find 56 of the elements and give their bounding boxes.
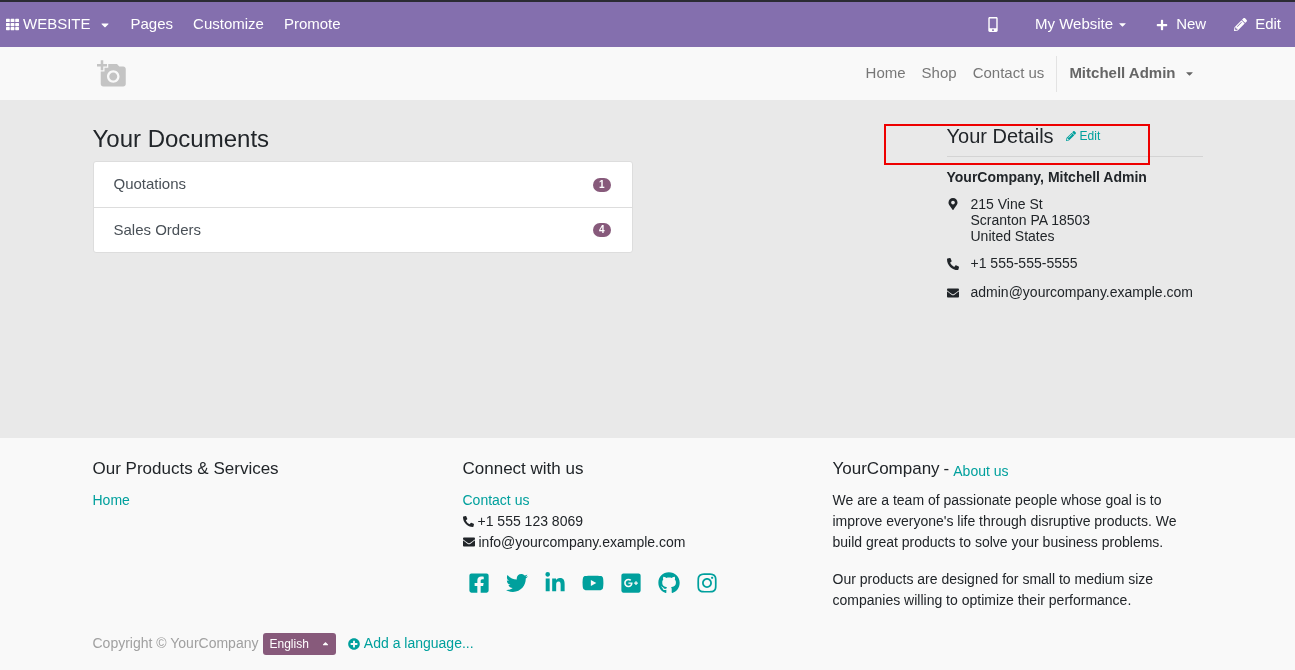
user-menu[interactable]: Mitchell Admin (1061, 62, 1203, 85)
envelope-icon (946, 286, 959, 299)
nav-link[interactable]: Shop (913, 62, 965, 85)
caret-icon (320, 639, 330, 648)
address-line: Scranton PA 18503 (970, 212, 1091, 228)
edit-button[interactable]: Edit (1234, 13, 1281, 36)
camera-logo-icon (94, 58, 129, 89)
pencil-icon (1065, 131, 1076, 141)
phone-number: +1 555 123 8069 (477, 511, 583, 531)
pencil-icon (1234, 18, 1248, 31)
phone-number: +1 555-555-5555 (970, 254, 1078, 273)
address-line: 215 Vine St (970, 196, 1044, 212)
map-pin-icon (946, 198, 959, 210)
top-menu-item[interactable]: Promote (283, 13, 341, 36)
customer-name: YourCompany, Mitchell Admin (946, 168, 1148, 187)
linkedin-icon[interactable] (543, 571, 566, 594)
language-selector[interactable]: English (263, 632, 336, 655)
plus-icon (1156, 18, 1169, 31)
phone-icon (946, 257, 959, 270)
footer-heading: Connect with us (462, 458, 585, 480)
footer-link[interactable]: Home (92, 489, 463, 511)
top-menu-item[interactable]: Pages (130, 13, 174, 36)
new-button[interactable]: New (1156, 13, 1207, 36)
website-menu[interactable]: WEBSITE (6, 13, 111, 36)
email-address: admin@yourcompany.example.com (970, 283, 1193, 302)
document-row[interactable]: Quotations 1 (93, 162, 632, 207)
add-language-link[interactable]: Add a language... (347, 633, 474, 654)
facebook-icon[interactable] (467, 571, 490, 594)
count-badge: 4 (592, 223, 611, 237)
copyright-text: Copyright © YourCompany (92, 634, 259, 653)
about-paragraph: We are a team of passionate people whose goal is to improve everyone's life through disruptive products. We build great products to solve your business problems. (832, 490, 1178, 552)
envelope-icon (462, 536, 475, 548)
google-plus-icon[interactable] (619, 571, 642, 594)
details-title: Your Details (946, 124, 1054, 148)
email-address: info@yourcompany.example.com (478, 532, 686, 552)
top-menu-item[interactable]: Customize (193, 13, 264, 36)
grid-icon (6, 18, 19, 31)
nav-link[interactable]: Contact us (964, 62, 1053, 85)
twitter-icon[interactable] (505, 571, 528, 594)
documents-title: Your Documents (92, 124, 271, 153)
document-row[interactable]: Sales Orders 4 (93, 207, 632, 252)
company-name: YourCompany (832, 458, 940, 480)
about-link[interactable]: About us (953, 460, 1009, 482)
footer-heading: Our Products & Services (92, 458, 280, 480)
github-icon[interactable] (657, 571, 680, 594)
address-line: United States (970, 228, 1056, 244)
instagram-icon[interactable] (695, 571, 718, 594)
contact-link[interactable]: Contact us (462, 489, 833, 511)
edit-link[interactable]: Edit (1065, 127, 1101, 145)
nav-link[interactable]: Home (857, 62, 914, 85)
site-menu[interactable]: My Website (1035, 13, 1129, 36)
separator: - (943, 458, 950, 480)
phone-icon (462, 515, 474, 527)
about-paragraph: Our products are designed for small to medium size companies willing to optimize their performance. (832, 569, 1155, 610)
count-badge: 1 (592, 177, 611, 192)
mobile-preview-icon[interactable] (987, 17, 1000, 32)
